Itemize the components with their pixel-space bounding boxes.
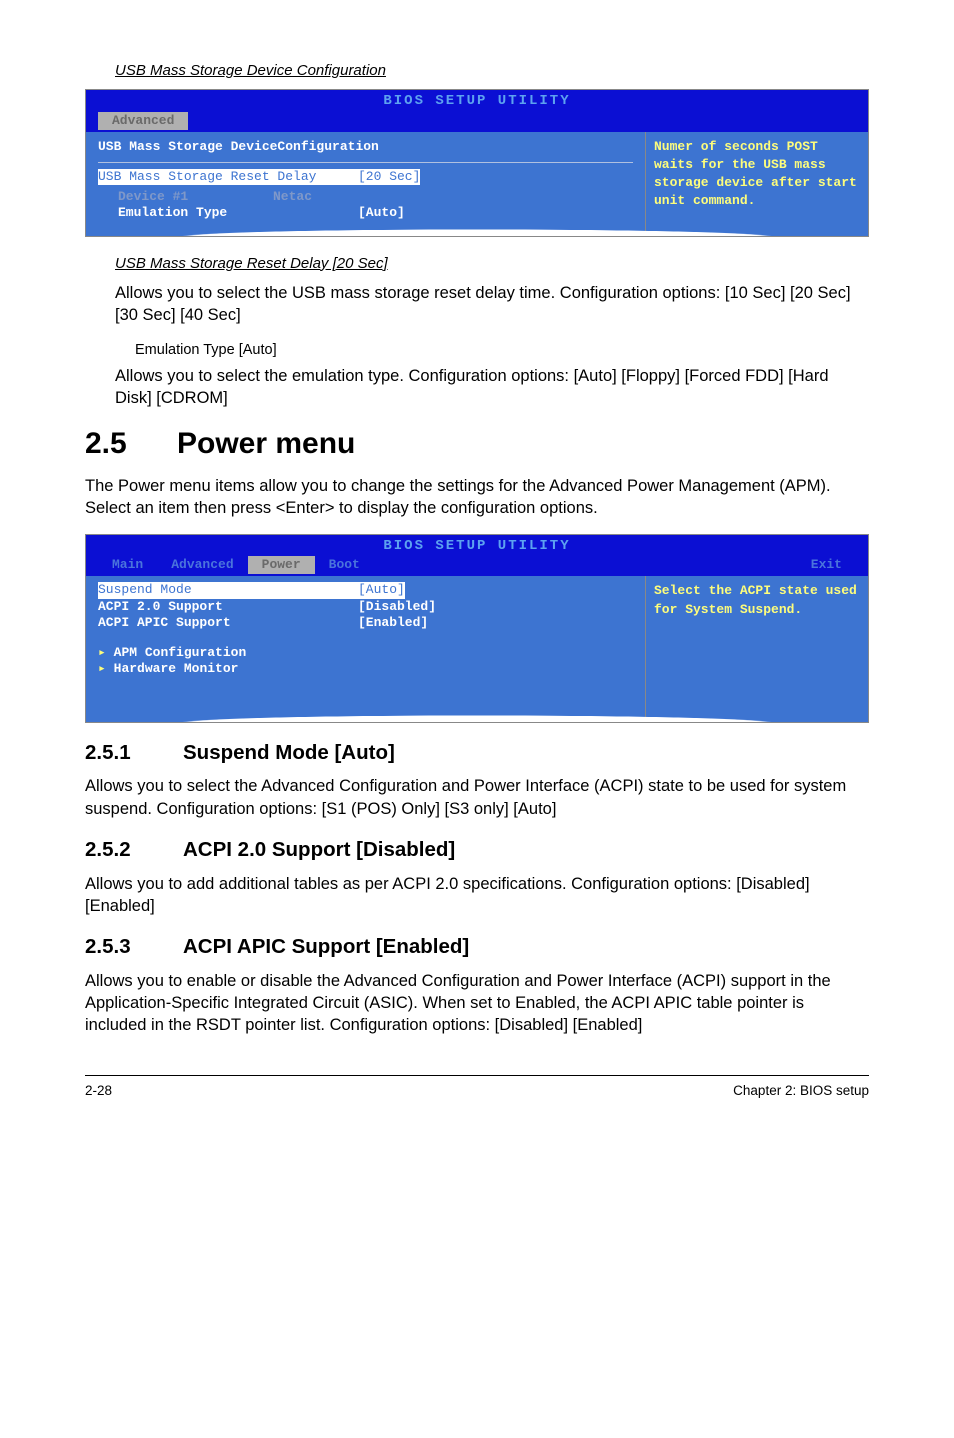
usb-heading: USB Mass Storage DeviceConfiguration [98, 138, 633, 156]
emulation-desc: Allows you to select the emulation type.… [115, 365, 869, 410]
suspend-value: [Auto] [358, 582, 405, 598]
tab-power[interactable]: Power [248, 556, 315, 574]
device-label: Device #1 [98, 189, 273, 205]
section-2-5-title: 2.5Power menu [85, 423, 869, 465]
sub-num: 2.5.3 [85, 933, 183, 962]
section-2-5-3: 2.5.3ACPI APIC Support [Enabled] [85, 933, 869, 962]
apm-config-row[interactable]: APM Configuration [98, 645, 633, 661]
acpi20-label: ACPI 2.0 Support [98, 599, 358, 615]
sub-num: 2.5.2 [85, 836, 183, 865]
emulation-row[interactable]: Emulation Type [Auto] [98, 205, 633, 221]
apm-config-label: APM Configuration [98, 645, 358, 661]
bios-tab-row: Advanced [86, 112, 868, 132]
tab-advanced-2[interactable]: Advanced [157, 556, 247, 574]
bios-left-panel: USB Mass Storage DeviceConfiguration USB… [86, 132, 645, 236]
chapter-label: Chapter 2: BIOS setup [733, 1082, 869, 1101]
section-num: 2.5 [85, 423, 177, 465]
acpi20-row[interactable]: ACPI 2.0 Support [Disabled] [98, 599, 633, 615]
bios-title-2: BIOS SETUP UTILITY [86, 535, 868, 557]
tab-boot[interactable]: Boot [315, 556, 374, 574]
emulation-value: [Auto] [358, 205, 405, 221]
acpi-apic-value: [Enabled] [358, 615, 428, 631]
reset-delay-row[interactable]: USB Mass Storage Reset Delay [20 Sec] [98, 169, 633, 185]
bios-help-panel: Numer of seconds POST waits for the USB … [645, 132, 868, 236]
section-2-5-1: 2.5.1Suspend Mode [Auto] [85, 739, 869, 768]
s252-desc: Allows you to add additional tables as p… [85, 873, 869, 918]
bios-screenshot-usb: BIOS SETUP UTILITY Advanced USB Mass Sto… [85, 89, 869, 237]
tab-advanced[interactable]: Advanced [98, 112, 188, 130]
emulation-heading: Emulation Type [Auto] [135, 340, 869, 360]
suspend-label: Suspend Mode [98, 582, 358, 598]
acpi20-value: [Disabled] [358, 599, 436, 615]
tab-exit[interactable]: Exit [797, 556, 856, 574]
bios-tab-row-2: Main Advanced Power Boot Exit [86, 556, 868, 576]
power-menu-intro: The Power menu items allow you to change… [85, 475, 869, 520]
device-value: Netac [273, 189, 312, 205]
sub-num: 2.5.1 [85, 739, 183, 768]
page-number: 2-28 [85, 1082, 112, 1101]
acpi-apic-label: ACPI APIC Support [98, 615, 358, 631]
device-row: Device #1 Netac [98, 189, 633, 205]
hw-monitor-row[interactable]: Hardware Monitor [98, 661, 633, 677]
hw-monitor-label: Hardware Monitor [98, 661, 358, 677]
reset-delay-label: USB Mass Storage Reset Delay [98, 169, 358, 185]
bios-left-panel-2: Suspend Mode [Auto] ACPI 2.0 Support [Di… [86, 576, 645, 721]
reset-delay-value: [20 Sec] [358, 169, 420, 185]
page-footer: 2-28 Chapter 2: BIOS setup [85, 1075, 869, 1101]
s253-desc: Allows you to enable or disable the Adva… [85, 970, 869, 1037]
section-2-5-2: 2.5.2ACPI 2.0 Support [Disabled] [85, 836, 869, 865]
sub-text: Suspend Mode [Auto] [183, 741, 395, 764]
reset-delay-desc: Allows you to select the USB mass storag… [115, 282, 869, 327]
reset-delay-heading: USB Mass Storage Reset Delay [20 Sec] [115, 253, 869, 274]
bios-help-panel-2: Select the ACPI state used for System Su… [645, 576, 868, 721]
sub-text: ACPI 2.0 Support [Disabled] [183, 838, 455, 861]
bios-title: BIOS SETUP UTILITY [86, 90, 868, 112]
suspend-row[interactable]: Suspend Mode [Auto] [98, 582, 633, 598]
acpi-apic-row[interactable]: ACPI APIC Support [Enabled] [98, 615, 633, 631]
bios-screenshot-power: BIOS SETUP UTILITY Main Advanced Power B… [85, 534, 869, 723]
emulation-label: Emulation Type [98, 205, 358, 221]
section-text: Power menu [177, 427, 355, 460]
tab-main[interactable]: Main [98, 556, 157, 574]
s251-desc: Allows you to select the Advanced Config… [85, 775, 869, 820]
usb-config-label: USB Mass Storage Device Configuration [115, 60, 869, 81]
sub-text: ACPI APIC Support [Enabled] [183, 935, 469, 958]
